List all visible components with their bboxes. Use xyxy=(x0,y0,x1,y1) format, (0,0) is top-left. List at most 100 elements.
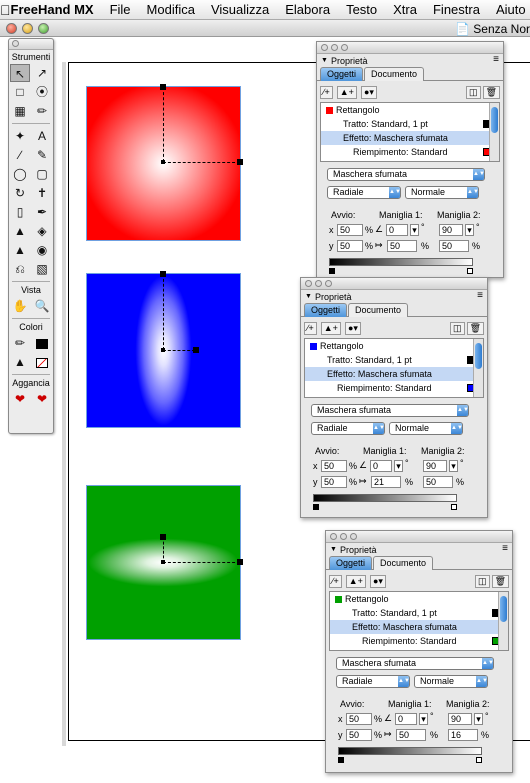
panel-options-menu-icon[interactable]: ≡ xyxy=(502,543,508,554)
lasso-tool-icon[interactable]: ⦿ xyxy=(32,83,52,101)
list-item-object[interactable]: Rettangolo xyxy=(305,339,483,353)
menu-elabora[interactable]: Elabora xyxy=(277,2,338,17)
handle2-x-field[interactable]: 90 xyxy=(423,460,447,472)
list-item-object[interactable]: Rettangolo xyxy=(321,103,499,117)
gradient-center-handle[interactable] xyxy=(161,560,165,564)
gradient-stop-white[interactable] xyxy=(451,504,457,510)
text-tool-icon[interactable]: A xyxy=(32,127,52,145)
panel-header[interactable]: ▼ Proprietà ≡ xyxy=(317,54,503,67)
menu-finestra[interactable]: Finestra xyxy=(425,2,488,17)
stroke-swatch[interactable] xyxy=(32,334,52,352)
line-tool-icon[interactable]: ∕ xyxy=(10,146,30,164)
panel-zoom-button[interactable] xyxy=(341,44,348,51)
gradient-ramp[interactable] xyxy=(329,258,473,266)
handle2-dropdown-icon[interactable]: ▾ xyxy=(449,460,458,472)
handle2-x-field[interactable]: 90 xyxy=(448,713,472,725)
tab-documento[interactable]: Documento xyxy=(373,556,434,570)
panel-zoom-button[interactable] xyxy=(350,533,357,540)
gradient-ramp[interactable] xyxy=(338,747,482,755)
list-item-effect[interactable]: Effetto: Maschera sfumata xyxy=(321,131,499,145)
add-effect-icon[interactable]: ●▾ xyxy=(344,321,361,335)
gradient-type-select[interactable]: Radiale ▲▼ xyxy=(327,186,401,199)
list-scrollbar[interactable] xyxy=(498,592,508,650)
duplicate-attribute-icon[interactable]: ◫ xyxy=(466,85,481,99)
panel-options-menu-icon[interactable]: ≡ xyxy=(477,290,483,301)
gradient-handle-1[interactable] xyxy=(160,84,166,90)
rotate-tool-icon[interactable]: ↻ xyxy=(10,184,30,202)
disclosure-triangle-icon[interactable]: ▼ xyxy=(305,293,312,300)
panel-close-button[interactable] xyxy=(305,280,312,287)
warp-tool-icon[interactable]: ⎌ xyxy=(10,260,30,278)
effect-select[interactable]: Maschera sfumata ▲▼ xyxy=(336,657,494,670)
gradient-center-handle[interactable] xyxy=(161,348,165,352)
start-y-field[interactable]: 50 xyxy=(346,729,372,741)
tab-documento[interactable]: Documento xyxy=(364,67,425,81)
trash-icon[interactable]: 🗑 xyxy=(491,574,509,588)
panel-zoom-button[interactable] xyxy=(325,280,332,287)
tab-oggetti[interactable]: Oggetti xyxy=(304,303,348,317)
add-stroke-icon[interactable]: ∕+ xyxy=(329,574,342,588)
list-item-fill[interactable]: Riempimento: Standard xyxy=(330,634,508,648)
eyedropper-tool-icon[interactable]: ✏ xyxy=(32,102,52,120)
scrollbar-thumb[interactable] xyxy=(500,596,507,622)
trash-icon[interactable]: 🗑 xyxy=(466,321,484,335)
list-item-stroke[interactable]: Tratto: Standard, 1 pt xyxy=(330,606,508,620)
knife-tool-icon[interactable]: ✝ xyxy=(32,184,52,202)
panel-minimize-button[interactable] xyxy=(331,44,338,51)
panel-minimize-button[interactable] xyxy=(340,533,347,540)
trace-tool-icon[interactable]: ▦ xyxy=(10,102,30,120)
gradient-stop-black[interactable] xyxy=(338,757,344,763)
length-field[interactable]: 21 xyxy=(371,476,401,488)
effect-select[interactable]: Maschera sfumata ▲▼ xyxy=(311,404,469,417)
zoom-window-button[interactable] xyxy=(38,23,49,34)
gradient-handle-2[interactable] xyxy=(193,347,199,353)
menu-aiuto[interactable]: Aiuto xyxy=(488,2,530,17)
pencil-tool-icon[interactable]: ✎ xyxy=(32,146,52,164)
panel-close-button[interactable] xyxy=(330,533,337,540)
handle2-dropdown-icon[interactable]: ▾ xyxy=(474,713,483,725)
graphic-hose-tool-icon[interactable]: ▲ xyxy=(10,241,30,259)
page-tool-icon[interactable]: □ xyxy=(10,83,30,101)
gradient-stop-white[interactable] xyxy=(467,268,473,274)
angle-field[interactable]: 0 xyxy=(395,713,417,725)
list-scrollbar[interactable] xyxy=(473,339,483,397)
list-item-stroke[interactable]: Tratto: Standard, 1 pt xyxy=(305,353,483,367)
angle-field[interactable]: 0 xyxy=(370,460,392,472)
add-fill-icon[interactable]: ▲+ xyxy=(336,85,357,99)
duplicate-attribute-icon[interactable]: ◫ xyxy=(475,574,490,588)
blend-mode-select[interactable]: Normale ▲▼ xyxy=(389,422,463,435)
gradient-handle-1[interactable] xyxy=(160,271,166,277)
eraser-tool-icon[interactable]: ▯ xyxy=(10,203,30,221)
minimize-window-button[interactable] xyxy=(22,23,33,34)
disclosure-triangle-icon[interactable]: ▼ xyxy=(321,57,328,64)
handle2-x-field[interactable]: 90 xyxy=(439,224,463,236)
tools-panel-titlebar[interactable] xyxy=(9,39,53,50)
tab-oggetti[interactable]: Oggetti xyxy=(320,67,364,81)
add-effect-icon[interactable]: ●▾ xyxy=(369,574,386,588)
gradient-handle-2[interactable] xyxy=(237,159,243,165)
menu-xtra[interactable]: Xtra xyxy=(385,2,425,17)
rectangle-tool-icon[interactable]: ▢ xyxy=(32,165,52,183)
start-y-field[interactable]: 50 xyxy=(321,476,347,488)
blend-mode-select[interactable]: Normale ▲▼ xyxy=(405,186,479,199)
panel-titlebar[interactable] xyxy=(301,278,487,290)
add-fill-icon[interactable]: ▲+ xyxy=(345,574,366,588)
add-fill-icon[interactable]: ▲+ xyxy=(320,321,341,335)
panel-close-button[interactable] xyxy=(321,44,328,51)
scrollbar-thumb[interactable] xyxy=(475,343,482,369)
snap-to-point-icon[interactable]: ❤ xyxy=(10,390,30,408)
ellipse-tool-icon[interactable]: ◯ xyxy=(10,165,30,183)
connector-tool-icon[interactable]: ▧ xyxy=(32,260,52,278)
snap-to-object-icon[interactable]: ❤ xyxy=(32,390,52,408)
effect-select[interactable]: Maschera sfumata ▲▼ xyxy=(327,168,485,181)
angle-dropdown-icon[interactable]: ▾ xyxy=(394,460,403,472)
hand-tool-icon[interactable]: ✋ xyxy=(10,297,30,315)
subselect-tool-icon[interactable]: ↗ xyxy=(32,64,52,82)
fill-color-icon[interactable]: ▲ xyxy=(10,353,30,371)
gradient-handle-2[interactable] xyxy=(237,559,243,565)
menu-testo[interactable]: Testo xyxy=(338,2,385,17)
list-scrollbar[interactable] xyxy=(489,103,499,161)
gradient-stop-white[interactable] xyxy=(476,757,482,763)
list-item-stroke[interactable]: Tratto: Standard, 1 pt xyxy=(321,117,499,131)
panel-minimize-button[interactable] xyxy=(315,280,322,287)
